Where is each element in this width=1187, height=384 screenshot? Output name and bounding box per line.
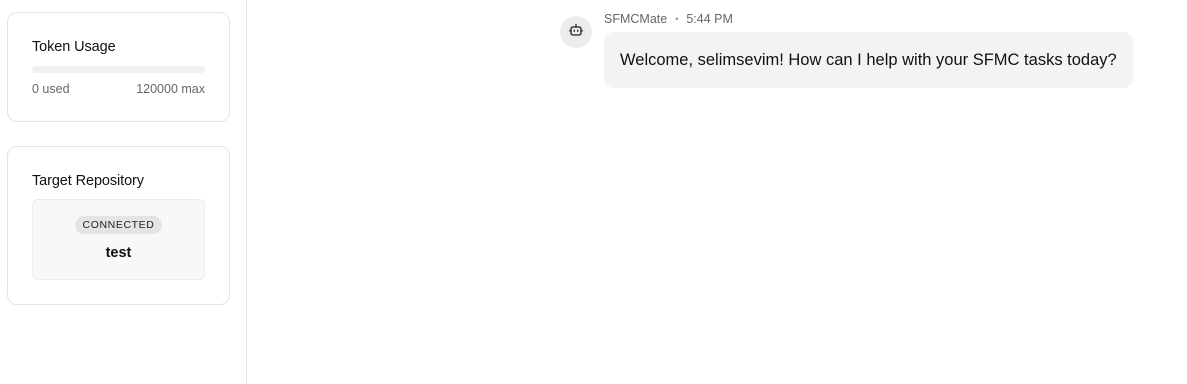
tokens-max-label: 120000 max bbox=[136, 82, 205, 96]
message-time: 5:44 PM bbox=[686, 12, 733, 26]
repository-box[interactable]: CONNECTED test bbox=[32, 199, 205, 280]
target-repository-card: Target Repository CONNECTED test bbox=[7, 146, 230, 305]
message-meta: SFMCMate • 5:44 PM bbox=[604, 12, 733, 26]
message-sender: SFMCMate bbox=[604, 12, 668, 26]
message-bubble: Welcome, selimsevim! How can I help with… bbox=[604, 32, 1133, 88]
token-usage-progress-bar bbox=[32, 66, 205, 73]
repository-name: test bbox=[105, 245, 132, 261]
meta-separator: • bbox=[675, 13, 679, 24]
robot-icon bbox=[569, 23, 583, 42]
token-usage-card: Token Usage 0 used 120000 max bbox=[7, 12, 230, 122]
app: Token Usage 0 used 120000 max Target Rep… bbox=[0, 0, 1187, 384]
message-text: Welcome, selimsevim! How can I help with… bbox=[620, 50, 1117, 69]
sidebar: Token Usage 0 used 120000 max Target Rep… bbox=[0, 0, 247, 384]
connection-status-badge: CONNECTED bbox=[74, 216, 163, 234]
target-repository-title: Target Repository bbox=[32, 173, 144, 189]
token-usage-title: Token Usage bbox=[32, 39, 116, 55]
tokens-used-label: 0 used bbox=[32, 82, 70, 96]
bot-avatar bbox=[560, 16, 592, 48]
chat-panel: SFMCMate • 5:44 PM Welcome, selimsevim! … bbox=[248, 0, 1187, 384]
token-usage-row: 0 used 120000 max bbox=[32, 82, 205, 96]
